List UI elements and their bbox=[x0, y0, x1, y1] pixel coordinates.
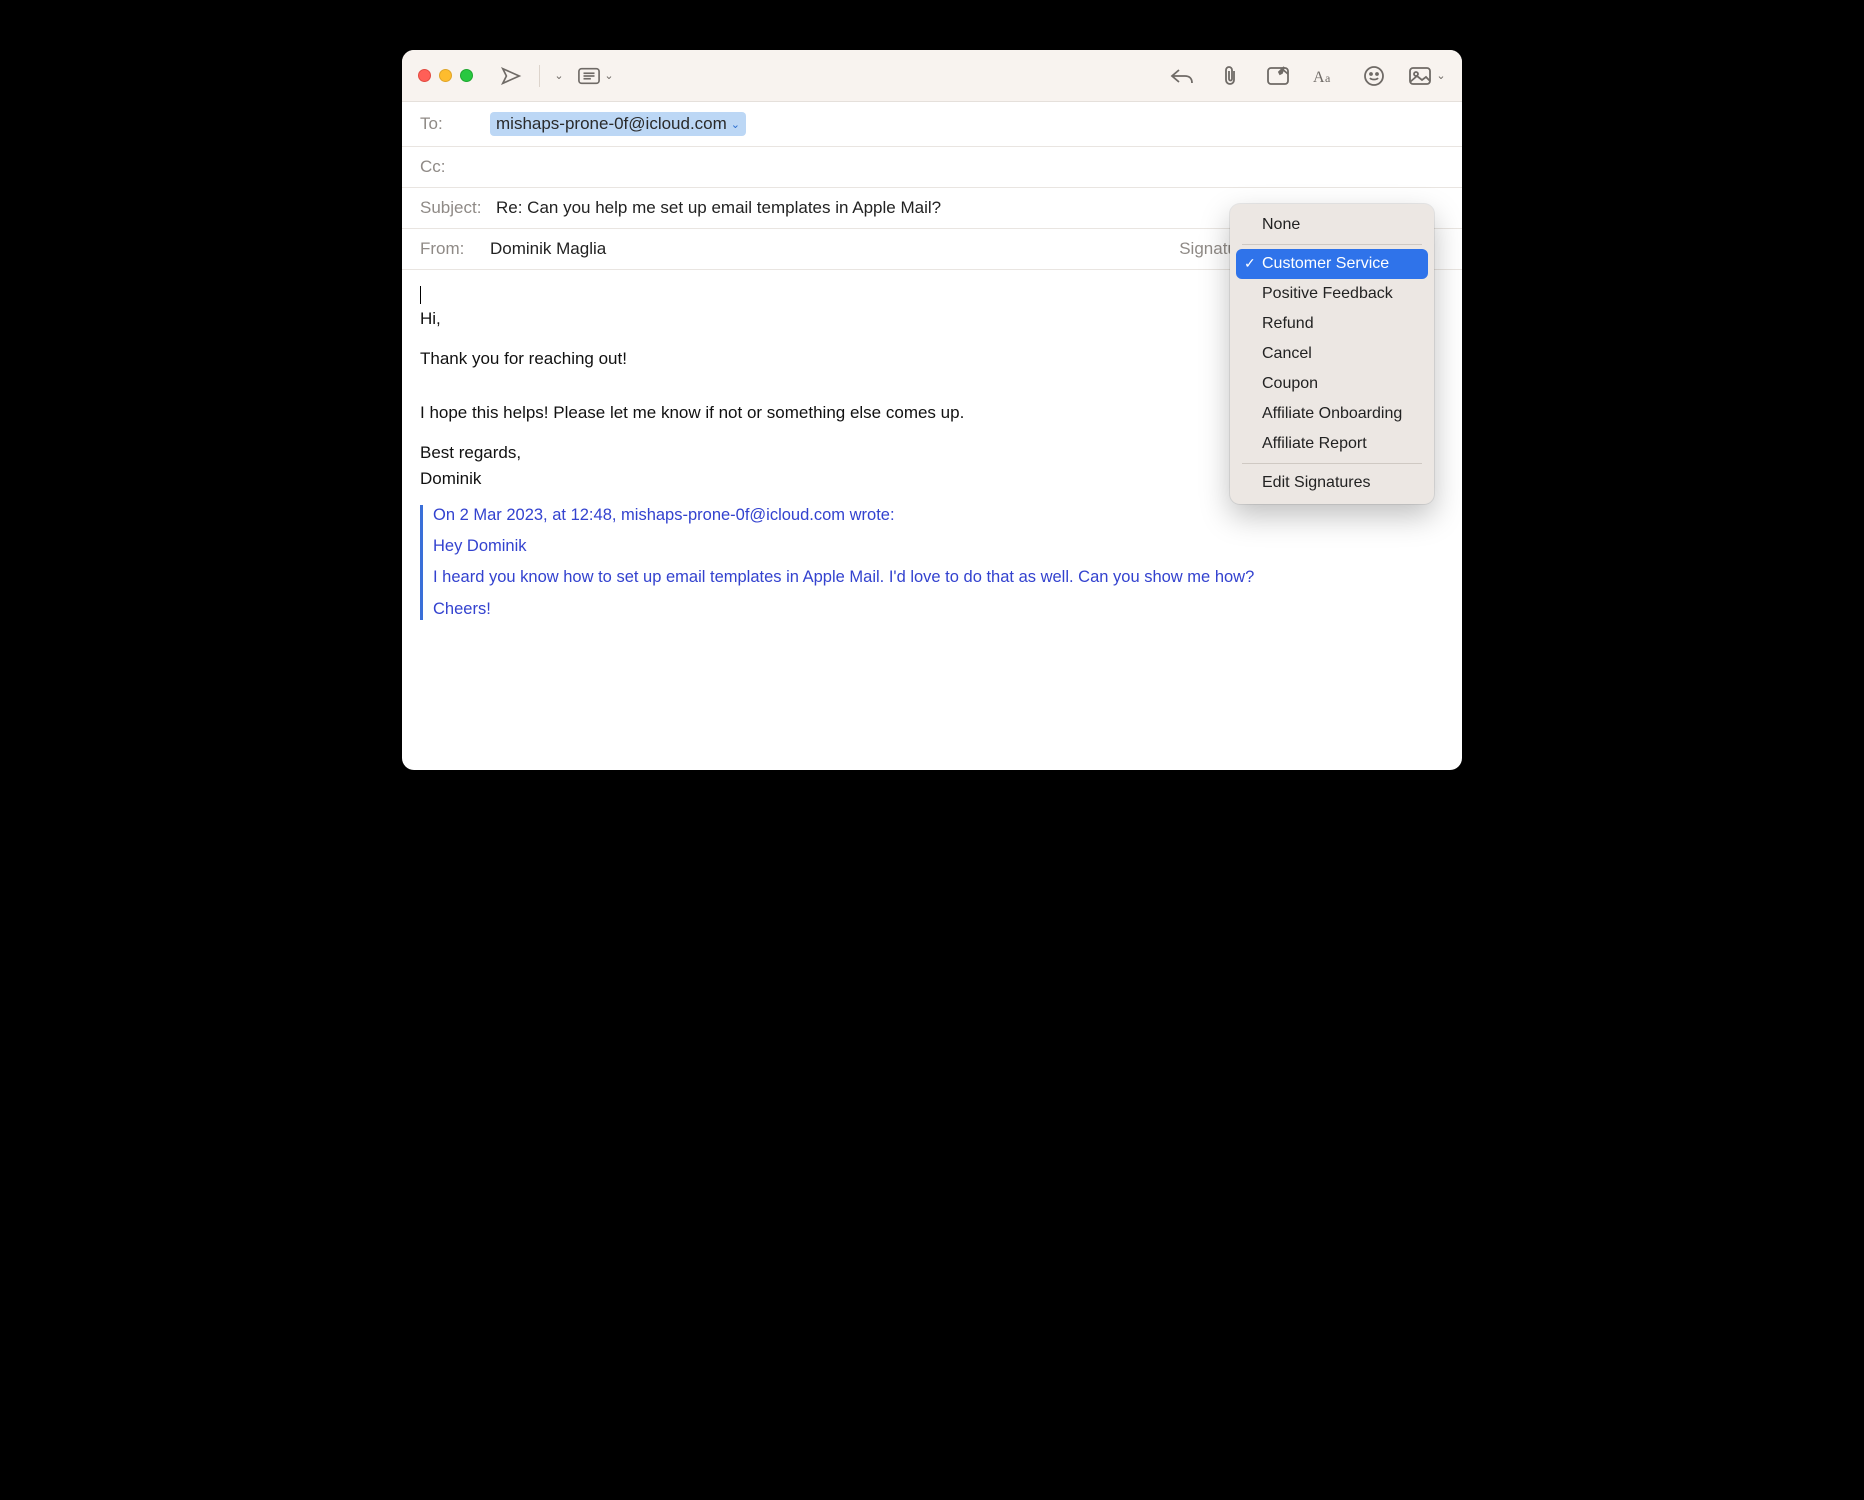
cc-row[interactable]: Cc: bbox=[402, 147, 1462, 188]
compose-window: ⌄ ⌄ bbox=[402, 50, 1462, 770]
signature-option-customer-service[interactable]: Customer Service bbox=[1236, 249, 1428, 279]
fullscreen-window-button[interactable] bbox=[460, 69, 473, 82]
send-button[interactable] bbox=[493, 61, 529, 91]
signature-option-affiliate-report[interactable]: Affiliate Report bbox=[1236, 429, 1428, 459]
send-options-dropdown[interactable]: ⌄ bbox=[550, 61, 568, 91]
signature-option-coupon[interactable]: Coupon bbox=[1236, 369, 1428, 399]
quoted-message: On 2 Mar 2023, at 12:48, mishaps-prone-0… bbox=[420, 505, 1444, 621]
reply-icon[interactable] bbox=[1168, 61, 1196, 91]
to-label: To: bbox=[420, 114, 490, 134]
cc-label: Cc: bbox=[420, 157, 490, 177]
markup-icon[interactable] bbox=[1264, 61, 1292, 91]
close-window-button[interactable] bbox=[418, 69, 431, 82]
signature-option-affiliate-onboarding[interactable]: Affiliate Onboarding bbox=[1236, 399, 1428, 429]
header-fields-button[interactable]: ⌄ bbox=[574, 61, 618, 91]
from-value: Dominik Maglia bbox=[490, 239, 606, 259]
format-text-icon[interactable]: A a bbox=[1312, 61, 1340, 91]
titlebar: ⌄ ⌄ bbox=[402, 50, 1462, 102]
from-label: From: bbox=[420, 239, 490, 259]
quote-line-3: Cheers! bbox=[433, 599, 1444, 620]
chevron-down-icon: ⌄ bbox=[731, 118, 740, 131]
signature-option-cancel[interactable]: Cancel bbox=[1236, 339, 1428, 369]
emoji-icon[interactable] bbox=[1360, 61, 1388, 91]
signature-option-refund[interactable]: Refund bbox=[1236, 309, 1428, 339]
signature-option-positive-feedback[interactable]: Positive Feedback bbox=[1236, 279, 1428, 309]
quote-line-2: I heard you know how to set up email tem… bbox=[433, 567, 1444, 588]
svg-text:a: a bbox=[1325, 71, 1331, 85]
signature-option-none[interactable]: None bbox=[1236, 210, 1428, 240]
text-cursor bbox=[420, 286, 421, 304]
to-recipient-chip[interactable]: mishaps-prone-0f@icloud.com ⌄ bbox=[490, 112, 746, 136]
signature-menu: None Customer Service Positive Feedback … bbox=[1230, 204, 1434, 504]
signature-edit[interactable]: Edit Signatures bbox=[1236, 468, 1428, 498]
menu-divider bbox=[1242, 463, 1422, 464]
window-controls bbox=[418, 69, 473, 82]
svg-text:A: A bbox=[1313, 69, 1325, 85]
subject-value: Re: Can you help me set up email templat… bbox=[496, 198, 941, 218]
quote-meta: On 2 Mar 2023, at 12:48, mishaps-prone-0… bbox=[433, 505, 1444, 526]
minimize-window-button[interactable] bbox=[439, 69, 452, 82]
insert-photo-icon[interactable]: ⌄ bbox=[1408, 61, 1446, 91]
subject-label: Subject: bbox=[420, 198, 490, 218]
quote-line-1: Hey Dominik bbox=[433, 536, 1444, 557]
menu-divider bbox=[1242, 244, 1422, 245]
attach-icon[interactable] bbox=[1216, 61, 1244, 91]
to-recipient-value: mishaps-prone-0f@icloud.com bbox=[496, 114, 727, 134]
toolbar-separator bbox=[539, 65, 540, 87]
to-row[interactable]: To: mishaps-prone-0f@icloud.com ⌄ bbox=[402, 102, 1462, 147]
